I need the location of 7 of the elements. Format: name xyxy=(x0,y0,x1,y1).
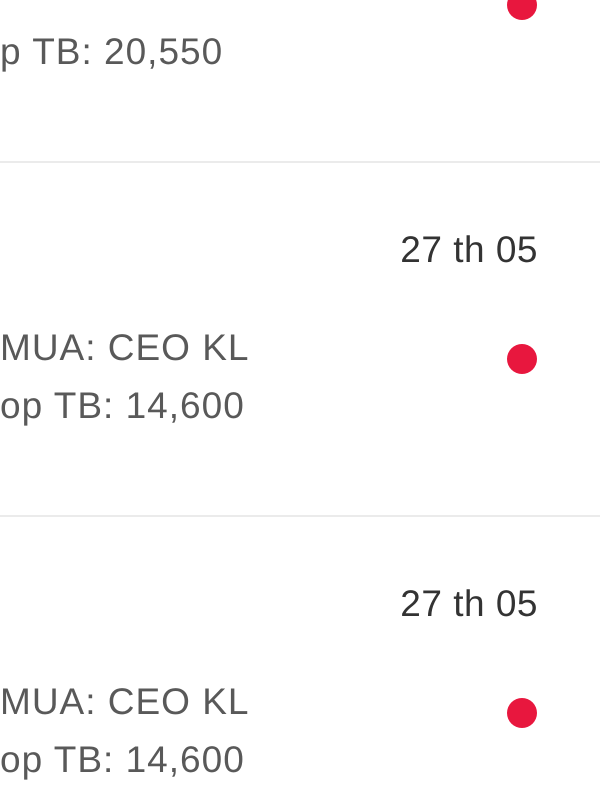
order-text: MUA: CEO KL xyxy=(0,326,250,370)
price-text: op TB: 14,600 xyxy=(0,384,245,428)
date-text: 27 th 05 xyxy=(400,228,538,272)
price-text: p TB: 20,550 xyxy=(0,30,224,74)
price-text: op TB: 14,600 xyxy=(0,738,245,782)
date-text: 27 th 05 xyxy=(400,582,538,626)
order-text: MUA: CEO KL xyxy=(0,680,250,724)
